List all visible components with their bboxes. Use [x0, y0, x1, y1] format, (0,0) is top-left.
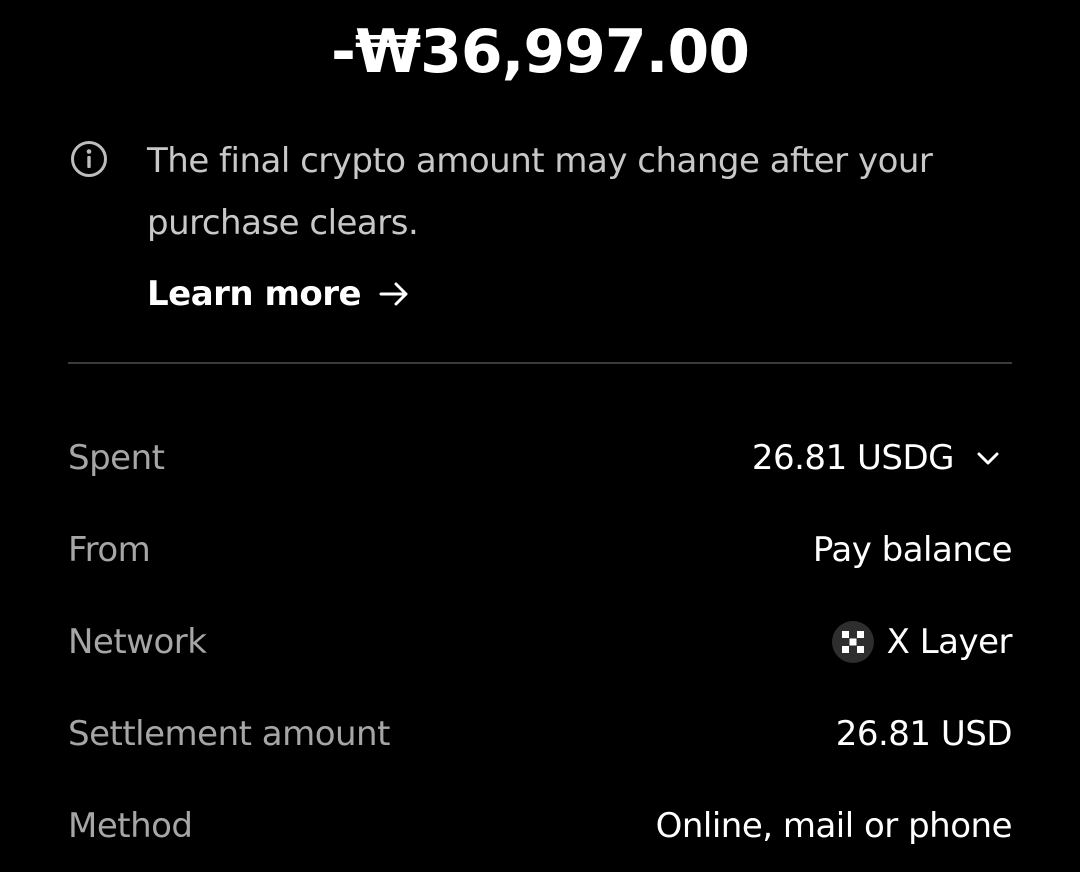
section-divider	[68, 362, 1012, 364]
settlement-value: 26.81 USD	[835, 714, 1013, 754]
detail-row-network: Network X Layer	[68, 596, 1013, 688]
notice-text: The final crypto amount may change after…	[147, 141, 933, 243]
from-value: Pay balance	[812, 530, 1013, 570]
spent-label: Spent	[68, 438, 165, 478]
detail-row-from: From Pay balance	[68, 504, 1013, 596]
network-value-group: X Layer	[831, 620, 1013, 664]
learn-more-label: Learn more	[147, 274, 362, 314]
network-value: X Layer	[886, 622, 1013, 662]
spent-value-group[interactable]: 26.81 USDG	[752, 438, 1012, 478]
spent-value: 26.81 USDG	[751, 438, 955, 478]
method-value: Online, mail or phone	[655, 806, 1013, 846]
settlement-label: Settlement amount	[68, 714, 390, 754]
detail-row-settlement: Settlement amount 26.81 USD	[68, 688, 1013, 780]
info-icon	[71, 141, 107, 177]
detail-row-method: Method Online, mail or phone	[68, 780, 1013, 872]
learn-more-link[interactable]: Learn more	[147, 270, 411, 318]
transaction-details: Spent 26.81 USDG From Pay balance Networ…	[68, 412, 1013, 872]
detail-row-spent[interactable]: Spent 26.81 USDG	[68, 412, 1012, 504]
arrow-right-icon	[379, 282, 408, 306]
transaction-amount: -₩36,997.00	[331, 17, 750, 87]
x-layer-logo-icon	[831, 621, 874, 663]
chevron-down-icon[interactable]	[974, 444, 1002, 472]
network-label: Network	[68, 622, 207, 662]
from-label: From	[68, 530, 151, 570]
method-label: Method	[68, 806, 193, 846]
